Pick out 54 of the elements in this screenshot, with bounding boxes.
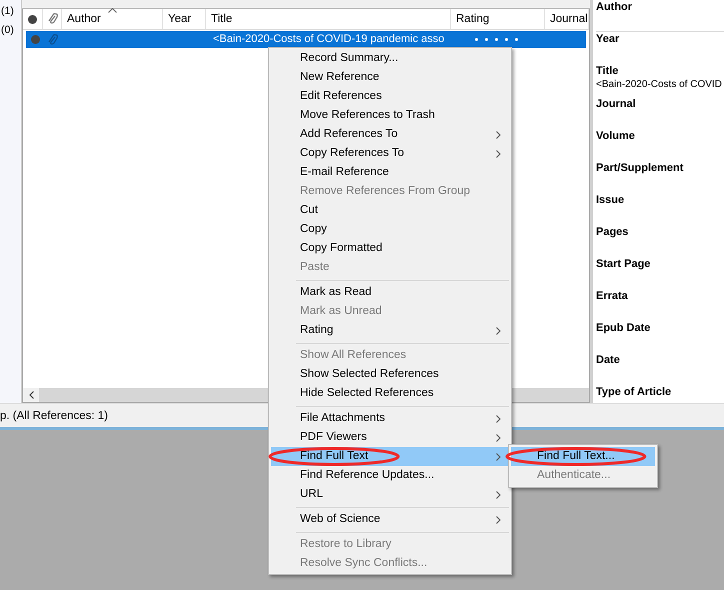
column-header[interactable]: Author — [67, 8, 101, 30]
field-value: <Bain-2020-Costs of COVID — [596, 78, 723, 91]
menu-item[interactable]: PDF Viewers — [271, 428, 509, 447]
chevron-right-icon — [496, 414, 501, 422]
field-label: Part/Supplement — [596, 161, 684, 175]
field-label: Date — [596, 353, 621, 367]
menu-item[interactable]: Edit References — [271, 87, 509, 106]
field-label: Volume — [596, 129, 636, 143]
menu-item[interactable]: Mark as Read — [271, 283, 509, 302]
field-label: Epub Date — [596, 321, 652, 335]
menu-item[interactable]: E-mail Reference — [271, 163, 509, 182]
chevron-right-icon — [496, 150, 501, 158]
field-label: Start Page — [596, 257, 652, 271]
column-header[interactable]: Title — [211, 8, 232, 30]
field-label: Issue — [596, 193, 626, 207]
field-label: Errata — [596, 289, 629, 303]
rating-dots-icon[interactable] — [475, 38, 520, 41]
menu-item[interactable]: Move References to Trash — [271, 106, 509, 125]
chevron-right-icon — [496, 326, 501, 334]
menu-item[interactable]: Add References To — [271, 125, 509, 144]
menu-item[interactable]: New Reference — [271, 68, 509, 87]
title-cell-text: <Bain-2020-Costs of COVID-19 pandemic asso — [212, 32, 444, 48]
table-row[interactable]: <Bain-2020-Costs of COVID-19 pandemic asso — [26, 31, 586, 48]
scroll-left-icon[interactable] — [28, 391, 34, 399]
menu-item[interactable]: Copy — [271, 220, 509, 239]
menu-item[interactable]: Copy Formatted — [271, 239, 509, 258]
field-label: Year — [596, 32, 620, 46]
menu-item[interactable]: Web of Science — [271, 510, 509, 529]
menu-item[interactable]: Show Selected References — [271, 365, 509, 384]
column-header[interactable]: Rating — [456, 8, 490, 30]
field-label: Title — [596, 64, 620, 78]
menu-item[interactable]: Cut — [271, 201, 509, 220]
menu-item[interactable]: URL — [271, 485, 509, 504]
menu-item[interactable]: Rating — [271, 321, 509, 340]
paperclip-icon — [48, 13, 58, 25]
chevron-right-icon — [496, 130, 501, 138]
chevron-right-icon — [496, 452, 501, 460]
menu-item[interactable]: Find Reference Updates... — [271, 466, 509, 485]
group-count: (0) — [1, 23, 14, 38]
chevron-right-icon — [496, 490, 501, 498]
menu-item[interactable]: Copy References To — [271, 144, 509, 163]
group-count: (1) — [1, 4, 14, 19]
column-header[interactable]: Year — [168, 8, 192, 30]
menu-item[interactable]: Record Summary... — [271, 49, 509, 68]
column-header[interactable]: Journal — [550, 8, 588, 30]
read-status-icon — [28, 14, 37, 24]
chevron-right-icon — [496, 434, 501, 442]
field-label: Pages — [596, 225, 630, 239]
chevron-right-icon — [496, 516, 501, 524]
field-label: Type of Article — [596, 385, 672, 399]
field-label: Author — [596, 0, 634, 14]
menu-item[interactable]: File Attachments — [271, 409, 509, 428]
menu-item[interactable]: Hide Selected References — [271, 384, 509, 403]
field-label: Journal — [596, 97, 637, 111]
